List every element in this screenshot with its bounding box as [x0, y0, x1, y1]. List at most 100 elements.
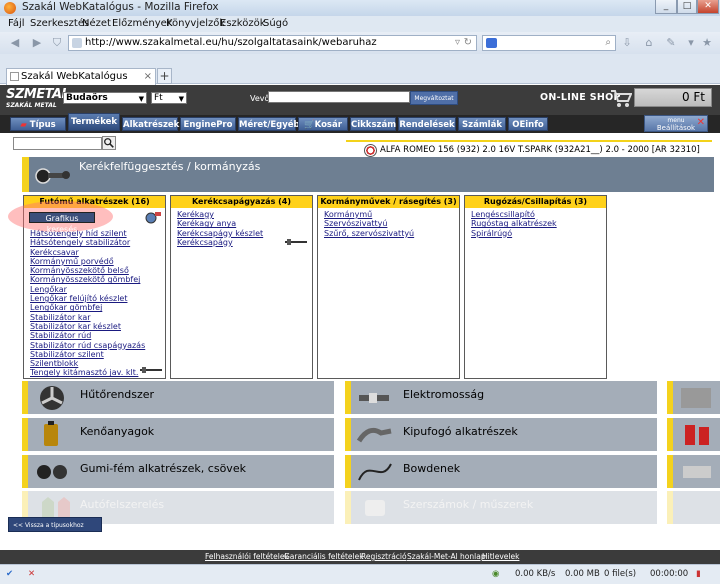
- list-item[interactable]: Lengőkar gömbfej: [30, 303, 158, 312]
- close-window-button[interactable]: ✕: [697, 0, 719, 14]
- nav-tab-alkatreszek[interactable]: Alkatrészek: [122, 117, 179, 131]
- menu-history[interactable]: Előzmények: [112, 18, 173, 29]
- tile-gumi-fem[interactable]: Gumi-fém alkatrészek, csövek: [22, 455, 334, 488]
- menu-bookmarks[interactable]: Könyvjelzők: [166, 18, 225, 29]
- list-item[interactable]: Kormánymű: [324, 210, 452, 219]
- tile-partial[interactable]: [667, 491, 720, 524]
- list-item[interactable]: Kormányösszekötő belső: [30, 266, 158, 275]
- footer-link-credit[interactable]: Hitlevelek: [482, 552, 519, 561]
- footer-link-registration[interactable]: Regisztráció: [361, 552, 407, 561]
- bookmark-menu-icon[interactable]: ▾: [684, 36, 698, 50]
- subcategory-title[interactable]: Rugózás/Csillapítás (3): [465, 196, 606, 208]
- customer-input[interactable]: [268, 91, 410, 103]
- tool-icon: [365, 500, 385, 516]
- browser-tab[interactable]: Szakál WebKatalógus ×: [6, 68, 156, 85]
- cart-total[interactable]: 0 Ft: [634, 88, 712, 107]
- home-shield-icon[interactable]: ⛉: [50, 36, 64, 50]
- nav-tab-termekek[interactable]: Termékek: [68, 113, 120, 131]
- nav-tab-oeinfo[interactable]: OEinfo: [508, 117, 548, 131]
- site-globe-icon: [72, 38, 82, 48]
- nav-tab-enginepro[interactable]: EnginePro: [180, 117, 236, 131]
- menu-file[interactable]: Fájl: [8, 18, 25, 29]
- footer-link-terms[interactable]: Felhasználói feltételek: [205, 552, 289, 561]
- reload-icon[interactable]: ↻: [464, 36, 472, 50]
- close-tab-icon[interactable]: ×: [144, 69, 152, 84]
- menu-edit[interactable]: Szerkesztés: [30, 18, 89, 29]
- city-select[interactable]: Budaörs ▼: [63, 92, 147, 104]
- tile-elektromossag[interactable]: Elektromosság: [345, 381, 657, 414]
- list-item[interactable]: Kerékcsavar: [30, 248, 158, 257]
- menu-help[interactable]: Súgó: [263, 18, 288, 29]
- change-customer-button[interactable]: Megváltoztat: [410, 91, 458, 105]
- list-item[interactable]: Rugóstag alkatrészek: [471, 219, 599, 228]
- tile-partial[interactable]: [667, 418, 720, 451]
- search-box[interactable]: ⌕: [482, 35, 616, 51]
- list-item[interactable]: Kerékcsapágy készlet: [177, 229, 305, 238]
- url-dropdown-icon[interactable]: ▿: [455, 36, 460, 50]
- tile-kipufogo[interactable]: Kipufogó alkatrészek: [345, 418, 657, 451]
- search-icon[interactable]: ⌕: [605, 37, 611, 48]
- list-item[interactable]: Lengőkar felújító készlet: [30, 294, 158, 303]
- settings-button[interactable]: menu Beállítások ✕: [644, 115, 708, 132]
- graphic-search-button[interactable]: Grafikus keresés: [29, 212, 95, 234]
- tile-hutorendszer[interactable]: Hűtőrendszer: [22, 381, 334, 414]
- nav-tab-cikkszam[interactable]: Cikkszám: [350, 117, 396, 131]
- nav-tab-rendelesek[interactable]: Rendelések: [398, 117, 456, 131]
- back-to-types-button[interactable]: << Vissza a típusokhoz: [8, 517, 102, 532]
- tile-szerszamok[interactable]: Szerszámok / műszerek: [345, 491, 657, 524]
- list-item[interactable]: Stabilizátor rúd: [30, 331, 158, 340]
- list-item[interactable]: Stabilizátor rúd csapágyazás: [30, 341, 158, 350]
- list-item[interactable]: Hátsótengely stabilizátor: [30, 238, 158, 247]
- bookmarks-star-icon[interactable]: ★: [700, 36, 714, 50]
- list-item[interactable]: Stabilizátor kar készlet: [30, 322, 158, 331]
- list-item[interactable]: Szervószivattyú: [324, 219, 452, 228]
- list-item[interactable]: Szűrő, szervószivattyú: [324, 229, 452, 238]
- subcategory-title[interactable]: Kerékcsapágyazás (4): [171, 196, 312, 208]
- list-item[interactable]: Kerékagy anya: [177, 219, 305, 228]
- home-icon[interactable]: ⌂: [642, 36, 656, 50]
- tile-partial[interactable]: [667, 455, 720, 488]
- subcategory-list: Hátsótengely híd szilent Hátsótengely st…: [30, 229, 158, 378]
- list-item[interactable]: Lengőkar: [30, 285, 158, 294]
- nav-tab-szamlak[interactable]: Számlák: [458, 117, 506, 131]
- currency-select[interactable]: Ft ▼: [151, 92, 187, 104]
- rubber-mount-icon: [37, 465, 67, 479]
- list-item[interactable]: Stabilizátor szilent: [30, 350, 158, 359]
- footer-link-warranty[interactable]: Garanciális feltételek: [284, 552, 364, 561]
- new-tab-button[interactable]: +: [157, 68, 172, 84]
- tile-bowdenek[interactable]: Bowdenek: [345, 455, 657, 488]
- menu-tools[interactable]: Eszközök: [220, 18, 266, 29]
- list-item[interactable]: Spirálrúgó: [471, 229, 599, 238]
- list-item[interactable]: Kormánymű porvédő: [30, 257, 158, 266]
- szakal-metal-logo[interactable]: SZMETAL SZAKÁL METAL: [6, 88, 70, 110]
- list-item[interactable]: Kormányösszekötő gömbfej: [30, 275, 158, 284]
- list-item[interactable]: Tengely kitámasztó jav. klt.: [30, 368, 158, 377]
- minimize-button[interactable]: _: [655, 0, 677, 14]
- back-arrow-icon[interactable]: ◀: [8, 36, 22, 50]
- tile-label: Autófelszerelés: [80, 498, 165, 511]
- list-item[interactable]: Kerékagy: [177, 210, 305, 219]
- search-icon[interactable]: [102, 136, 116, 150]
- magnifier-car-icon[interactable]: [144, 210, 162, 226]
- product-search-input[interactable]: [13, 137, 102, 150]
- addon-bar-icon[interactable]: ✔: [6, 569, 13, 579]
- list-item[interactable]: Lengéscsillapító: [471, 210, 599, 219]
- yellow-accent: [345, 455, 351, 488]
- addon-icon[interactable]: ✎: [664, 36, 678, 50]
- maximize-button[interactable]: □: [677, 0, 697, 14]
- list-item[interactable]: Stabilizátor kar: [30, 313, 158, 322]
- tile-partial[interactable]: [667, 381, 720, 414]
- subcategory-title[interactable]: Kormányművek / rásegítés (3): [318, 196, 459, 208]
- forward-arrow-icon[interactable]: ▶: [30, 36, 44, 50]
- nav-tab-meret-egyeb[interactable]: Méret/Egyéb: [238, 117, 300, 131]
- nav-tab-kosar[interactable]: 🛒Kosár (0): [298, 117, 348, 144]
- nav-tab-tipus[interactable]: ▰ Típus: [10, 117, 66, 131]
- footer-link-homepage[interactable]: Szakál-Met-Al honlap: [407, 552, 486, 561]
- url-bar[interactable]: http://www.szakalmetal.eu/hu/szolgaltata…: [68, 35, 477, 51]
- shopping-cart-icon[interactable]: [610, 88, 632, 108]
- yellow-accent: [345, 381, 351, 414]
- menu-view[interactable]: Nézet: [82, 18, 111, 29]
- download-arrow-icon[interactable]: ⇩: [620, 36, 634, 50]
- close-addon-bar-icon[interactable]: ✕: [28, 569, 35, 579]
- tile-kenoanyagok[interactable]: Kenőanyagok: [22, 418, 334, 451]
